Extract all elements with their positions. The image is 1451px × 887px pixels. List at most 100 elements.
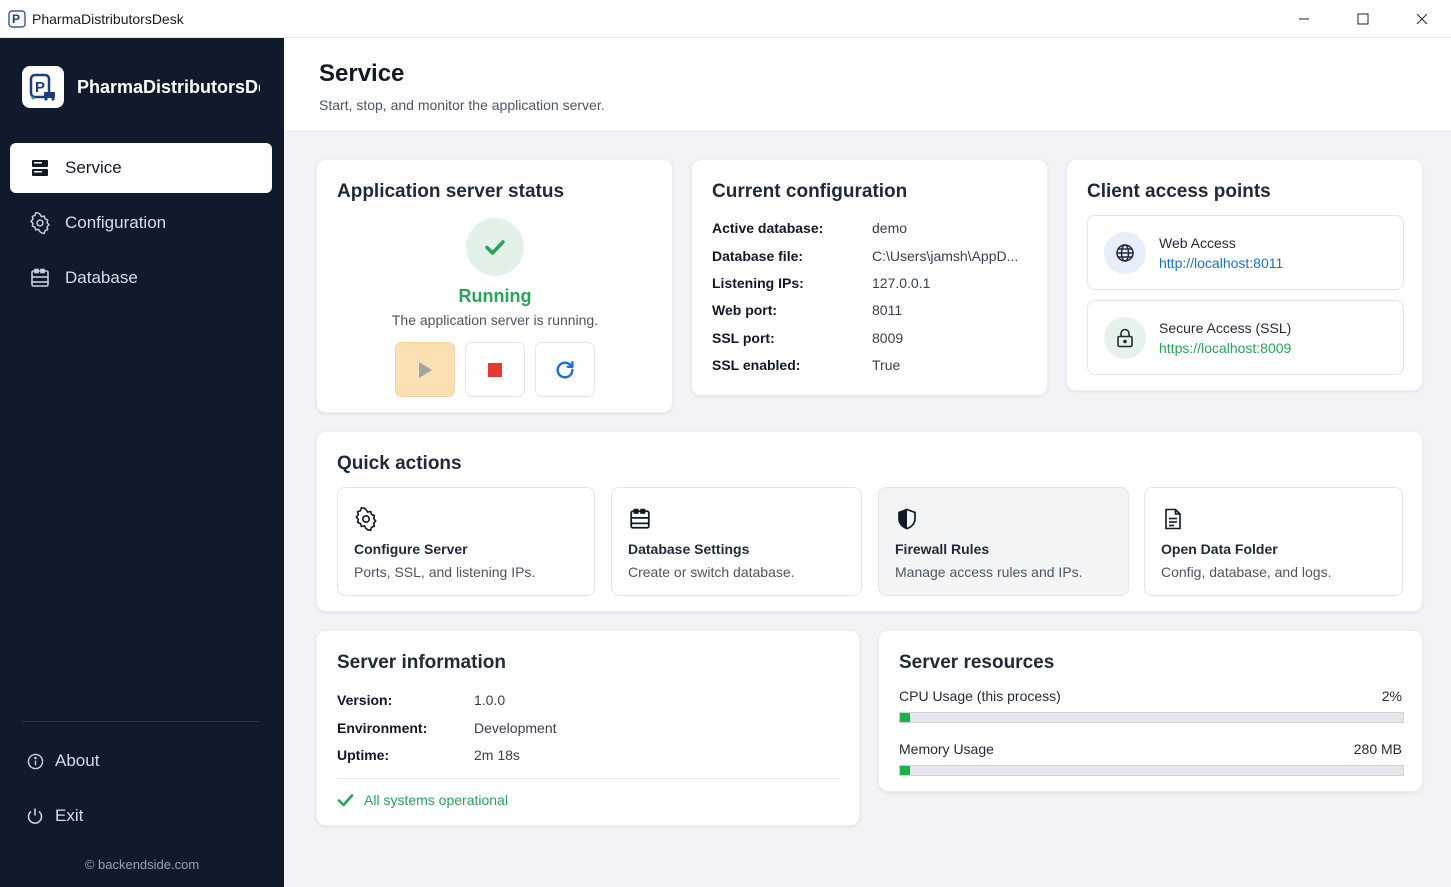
globe-icon: [1104, 232, 1146, 274]
access-label: Web Access: [1159, 235, 1236, 251]
server-status-card: Application server status Running The ap…: [316, 159, 673, 413]
copyright: © backendside.com: [84, 857, 200, 872]
config-row: SSL enabled: True: [712, 357, 900, 373]
action-title: Open Data Folder: [1161, 541, 1278, 557]
config-row: SSL port: 8009: [712, 330, 903, 346]
server-information-card: Server information Version: 1.0.0 Environ…: [316, 630, 860, 826]
close-icon: [1416, 13, 1427, 25]
running-check-icon: [466, 218, 524, 276]
card-title: Client access points: [1087, 181, 1271, 202]
config-key: Active database:: [712, 220, 824, 236]
info-value: 1.0.0: [474, 692, 506, 708]
brand-name: PharmaDistributorsDesk: [77, 76, 260, 97]
configure-server-action[interactable]: Configure Server Ports, SSL, and listeni…: [337, 487, 595, 596]
config-value: 8009: [872, 330, 904, 346]
about-label: About: [55, 751, 100, 770]
database-icon: [29, 267, 51, 289]
config-key: SSL port:: [712, 330, 775, 346]
client-access-card: Client access points Web Access http://l…: [1066, 159, 1423, 391]
card-title: Current configuration: [712, 181, 908, 202]
database-settings-action[interactable]: Database Settings Create or switch datab…: [611, 487, 862, 596]
minimize-button[interactable]: [1274, 0, 1333, 38]
info-row: Uptime: 2m 18s: [337, 747, 520, 763]
title-bar: P PharmaDistributorsDesk: [0, 0, 1451, 38]
info-key: Uptime:: [337, 747, 390, 763]
document-icon: [1161, 507, 1185, 531]
gear-icon: [29, 212, 51, 234]
config-key: Database file:: [712, 248, 804, 264]
secure-access-link[interactable]: https://localhost:8009: [1159, 340, 1291, 356]
close-window-button[interactable]: [1392, 0, 1451, 38]
sidebar-item-label: Database: [65, 268, 138, 287]
play-icon: [419, 361, 432, 378]
start-server-button[interactable]: [395, 342, 455, 397]
restart-server-button[interactable]: [535, 342, 595, 397]
memory-usage-value: 280 MB: [1353, 741, 1402, 757]
operational-text: All systems operational: [364, 792, 508, 808]
open-data-folder-action[interactable]: Open Data Folder Config, database, and l…: [1144, 487, 1403, 596]
refresh-icon: [556, 360, 574, 379]
info-icon: [26, 752, 44, 770]
cpu-usage-value: 2%: [1381, 688, 1402, 704]
status-description: The application server is running.: [391, 312, 599, 328]
cpu-usage-bar: [899, 712, 1404, 723]
info-key: Environment:: [337, 720, 428, 736]
sidebar-divider: [22, 721, 259, 722]
action-title: Database Settings: [628, 541, 750, 557]
card-title: Server resources: [899, 652, 1055, 673]
svg-text:P: P: [35, 79, 45, 96]
action-description: Config, database, and logs.: [1161, 564, 1332, 580]
gear-icon: [354, 507, 378, 531]
action-description: Manage access rules and IPs.: [895, 564, 1083, 580]
sidebar-item-configuration[interactable]: Configuration: [10, 198, 272, 248]
shield-icon: [895, 507, 919, 531]
exit-button[interactable]: Exit: [26, 806, 83, 826]
database-icon: [628, 507, 652, 531]
cpu-usage-bar-fill: [900, 713, 911, 722]
page-header: Service Start, stop, and monitor the app…: [284, 38, 1451, 132]
secure-access-item: Secure Access (SSL) https://localhost:80…: [1087, 300, 1404, 375]
check-icon: [337, 793, 354, 807]
server-icon: [29, 157, 51, 179]
info-key: Version:: [337, 692, 393, 708]
quick-actions-card: Quick actions Configure Server Ports, SS…: [316, 431, 1423, 612]
info-divider: [337, 778, 841, 779]
action-title: Firewall Rules: [895, 541, 990, 557]
stop-icon: [488, 362, 502, 377]
sidebar-item-database[interactable]: Database: [10, 253, 272, 303]
sidebar: P PharmaDistributorsDesk Service Configu…: [0, 38, 284, 887]
info-value: Development: [474, 720, 557, 736]
config-value: 8011: [872, 302, 903, 318]
maximize-icon: [1357, 13, 1368, 25]
card-title: Application server status: [337, 181, 565, 202]
svg-text:P: P: [12, 12, 20, 26]
sidebar-item-service[interactable]: Service: [10, 143, 272, 193]
config-key: Listening IPs:: [712, 275, 804, 291]
exit-label: Exit: [55, 806, 84, 825]
config-key: SSL enabled:: [712, 357, 801, 373]
cpu-usage-label: CPU Usage (this process): [899, 688, 1061, 704]
memory-usage-bar: [899, 765, 1404, 776]
about-button[interactable]: About: [26, 751, 99, 771]
info-row: Environment: Development: [337, 720, 557, 736]
access-label: Secure Access (SSL): [1159, 320, 1292, 336]
firewall-rules-action[interactable]: Firewall Rules Manage access rules and I…: [878, 487, 1129, 596]
maximize-button[interactable]: [1333, 0, 1392, 38]
config-row: Active database: demo: [712, 220, 907, 236]
web-access-item: Web Access http://localhost:8011: [1087, 215, 1404, 290]
stop-server-button[interactable]: [465, 342, 525, 397]
config-row: Web port: 8011: [712, 302, 902, 318]
card-title: Quick actions: [337, 453, 462, 474]
sidebar-item-label: Configuration: [65, 213, 167, 232]
config-row: Database file: C:\Users\jamsh\AppD...: [712, 248, 1018, 264]
brand-logo-icon: P: [22, 66, 64, 108]
web-access-link[interactable]: http://localhost:8011: [1159, 255, 1283, 271]
page-title: Service: [319, 60, 405, 87]
current-configuration-card: Current configuration Active database: de…: [691, 159, 1048, 396]
memory-usage-bar-fill: [900, 766, 911, 775]
lock-icon: [1104, 317, 1146, 359]
power-icon: [26, 807, 44, 825]
config-value: True: [872, 357, 901, 373]
action-description: Create or switch database.: [628, 564, 795, 580]
server-resources-card: Server resources CPU Usage (this process…: [878, 630, 1423, 792]
